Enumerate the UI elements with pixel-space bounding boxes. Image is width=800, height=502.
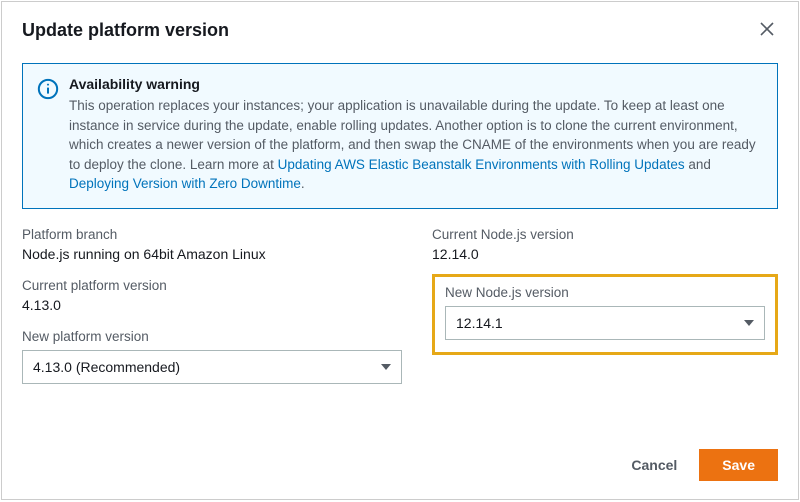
platform-branch-value: Node.js running on 64bit Amazon Linux [22,246,402,262]
current-platform-version-field: Current platform version 4.13.0 [22,278,402,313]
modal-footer: Cancel Save [2,435,798,499]
close-icon [760,22,774,39]
alert-mid: and [685,157,711,172]
modal-title: Update platform version [22,20,229,41]
right-column: Current Node.js version 12.14.0 New Node… [432,227,778,400]
save-button[interactable]: Save [699,449,778,481]
current-node-version-label: Current Node.js version [432,227,778,242]
alert-suffix: . [301,176,305,191]
new-platform-version-value: 4.13.0 (Recommended) [33,359,180,375]
info-icon [37,76,59,98]
current-node-version-value: 12.14.0 [432,246,778,262]
new-node-version-select[interactable]: 12.14.1 [445,306,765,340]
new-node-version-value: 12.14.1 [456,315,503,331]
modal-header: Update platform version [2,2,798,59]
alert-title: Availability warning [69,76,763,92]
new-node-version-highlight: New Node.js version 12.14.1 [432,274,778,355]
availability-warning-alert: Availability warning This operation repl… [22,63,778,209]
caret-down-icon [381,362,391,372]
link-rolling-updates[interactable]: Updating AWS Elastic Beanstalk Environme… [278,157,685,172]
left-column: Platform branch Node.js running on 64bit… [22,227,402,400]
close-button[interactable] [756,18,778,43]
new-platform-version-select[interactable]: 4.13.0 (Recommended) [22,350,402,384]
current-platform-version-value: 4.13.0 [22,297,402,313]
current-platform-version-label: Current platform version [22,278,402,293]
form-grid: Platform branch Node.js running on 64bit… [22,227,778,400]
alert-content: Availability warning This operation repl… [69,76,763,194]
caret-down-icon [744,318,754,328]
current-node-version-field: Current Node.js version 12.14.0 [432,227,778,262]
platform-branch-field: Platform branch Node.js running on 64bit… [22,227,402,262]
update-platform-modal: Update platform version Availability war… [1,1,799,500]
alert-text: This operation replaces your instances; … [69,96,763,194]
new-platform-version-label: New platform version [22,329,402,344]
new-node-version-label: New Node.js version [445,285,765,300]
cancel-button[interactable]: Cancel [627,449,681,481]
link-zero-downtime[interactable]: Deploying Version with Zero Downtime [69,176,301,191]
platform-branch-label: Platform branch [22,227,402,242]
modal-body: Availability warning This operation repl… [2,59,798,435]
new-platform-version-field: New platform version 4.13.0 (Recommended… [22,329,402,384]
